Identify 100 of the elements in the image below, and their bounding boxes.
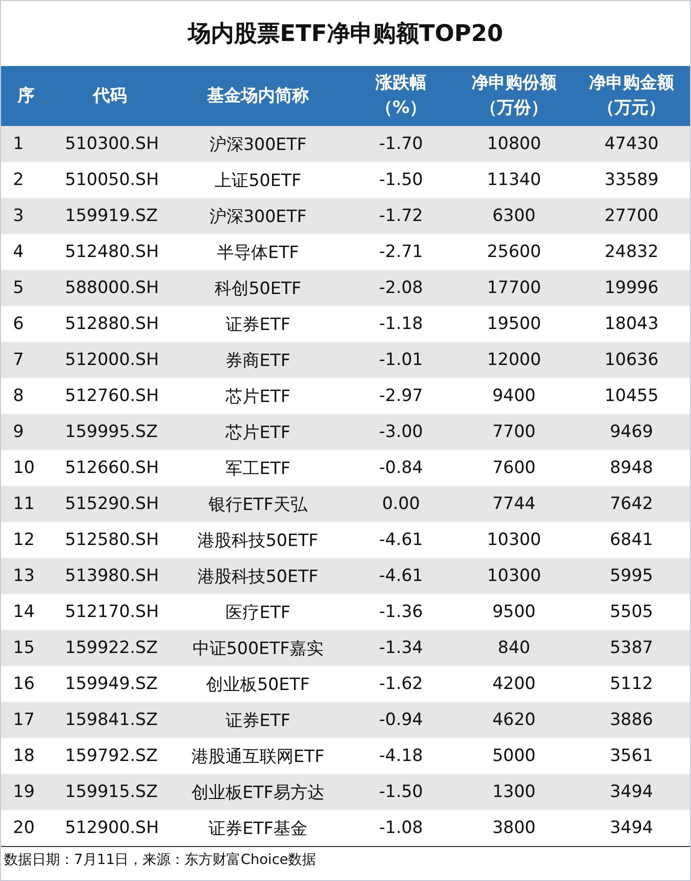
table-cell-text: 港股科技50ETF bbox=[196, 530, 320, 552]
table-cell-text: 10300 bbox=[486, 565, 542, 588]
table-cell-text: 4 bbox=[12, 241, 25, 264]
table-cell-text: 5995 bbox=[608, 565, 654, 588]
column-header: 基金场内简称 bbox=[206, 84, 310, 108]
column-header: 净申购份额 （万份） bbox=[470, 72, 558, 120]
table-cell-text: 10 bbox=[12, 457, 36, 480]
table-cell-text: 4620 bbox=[491, 709, 537, 732]
table-cell-text: 20 bbox=[12, 817, 36, 840]
table-cell-text: 12 bbox=[12, 529, 36, 552]
table-cell-text: -1.18 bbox=[378, 313, 424, 336]
table-cell-text: 5000 bbox=[491, 745, 537, 768]
table-cell-text: 3886 bbox=[608, 709, 654, 732]
column-header: 净申购金额 （万元） bbox=[588, 72, 675, 120]
table-cell-text: -1.36 bbox=[378, 601, 424, 624]
table-cell-text: 券商ETF bbox=[224, 350, 292, 372]
table-cell-text: 创业板50ETF bbox=[205, 674, 311, 696]
table-cell-text: 19500 bbox=[486, 313, 542, 336]
table-cell-text: 5 bbox=[12, 277, 25, 300]
table-cell-text: -1.70 bbox=[378, 133, 424, 156]
column-header: 序 bbox=[16, 84, 36, 108]
table-cell-text: 11 bbox=[12, 493, 36, 516]
table-cell-text: 159792.SZ bbox=[64, 745, 159, 768]
table-cell-text: 8948 bbox=[608, 457, 654, 480]
table-cell-text: 11340 bbox=[486, 169, 542, 192]
table-cell-text: 510300.SH bbox=[64, 133, 160, 156]
table-cell-text: 港股通互联网ETF bbox=[190, 746, 326, 768]
table-cell-text: 515290.SH bbox=[64, 493, 160, 516]
table-cell-text: 5112 bbox=[608, 673, 654, 696]
table-cell-text: 10300 bbox=[486, 529, 542, 552]
table-cell-text: 9400 bbox=[491, 385, 537, 408]
table-cell-text: 6841 bbox=[608, 529, 654, 552]
table-cell-text: 医疗ETF bbox=[224, 602, 292, 624]
table-cell-text: 512000.SH bbox=[64, 349, 160, 372]
table-cell-text: 中证500ETF嘉实 bbox=[191, 638, 325, 660]
table-cell-text: 1 bbox=[12, 133, 25, 156]
table-cell-text: 沪深300ETF bbox=[208, 134, 308, 156]
table-cell-text: 7 bbox=[12, 349, 25, 372]
table-cell-text: 10636 bbox=[603, 349, 660, 372]
table-cell-text: 13 bbox=[12, 565, 36, 588]
table-cell-text: 3561 bbox=[608, 745, 654, 768]
table-cell-text: 9469 bbox=[608, 421, 654, 444]
table-cell-text: -0.84 bbox=[378, 457, 424, 480]
table-cell-text: 17700 bbox=[486, 277, 542, 300]
table-cell-text: 513980.SH bbox=[64, 565, 160, 588]
table-cell-text: 25600 bbox=[486, 241, 542, 264]
table-cell-text: 证券ETF基金 bbox=[208, 818, 308, 840]
table-cell-text: 证券ETF bbox=[224, 314, 292, 336]
table-cell-text: 3800 bbox=[491, 817, 537, 840]
table-title: 场内股票ETF净申购额TOP20 bbox=[186, 20, 504, 49]
table-cell-text: 18 bbox=[12, 745, 36, 768]
table-cell-text: 沪深300ETF bbox=[208, 206, 308, 228]
table-cell-text: -4.61 bbox=[378, 529, 424, 552]
table-cell-text: -1.72 bbox=[378, 205, 424, 228]
table-cell-text: 3 bbox=[12, 205, 25, 228]
table-cell-text: 18043 bbox=[603, 313, 660, 336]
table-cell-text: 12000 bbox=[486, 349, 542, 372]
table-cell-text: 16 bbox=[12, 673, 36, 696]
table-cell-text: 创业板ETF易方达 bbox=[190, 782, 326, 804]
table-cell-text: 510050.SH bbox=[64, 169, 160, 192]
table-cell-text: 0.00 bbox=[381, 493, 421, 516]
table-cell-text: 512880.SH bbox=[64, 313, 160, 336]
table-cell-text: 159919.SZ bbox=[64, 205, 159, 228]
table-cell-text: 4200 bbox=[491, 673, 537, 696]
table-cell-text: -1.08 bbox=[378, 817, 424, 840]
table-cell-text: 上证50ETF bbox=[214, 170, 302, 192]
table-cell-text: -0.94 bbox=[378, 709, 424, 732]
table-cell-text: 芯片ETF bbox=[224, 386, 292, 408]
table-cell-text: -4.18 bbox=[378, 745, 424, 768]
table-cell-text: 3494 bbox=[608, 781, 654, 804]
table-cell-text: 27700 bbox=[603, 205, 660, 228]
table-cell-text: -2.71 bbox=[378, 241, 424, 264]
table-cell-text: 512900.SH bbox=[64, 817, 160, 840]
table-cell-text: 芯片ETF bbox=[224, 422, 292, 444]
table-cell-text: 6 bbox=[12, 313, 25, 336]
table-cell-text: -1.01 bbox=[378, 349, 424, 372]
table-cell-text: 科创50ETF bbox=[214, 278, 302, 300]
table-cell-text: -1.50 bbox=[378, 781, 424, 804]
table-cell-text: 17 bbox=[12, 709, 36, 732]
table-cell-text: 840 bbox=[496, 637, 532, 660]
table-cell-text: 港股科技50ETF bbox=[196, 566, 320, 588]
table-cell-text: 159995.SZ bbox=[64, 421, 159, 444]
table-cell-text: -1.34 bbox=[378, 637, 424, 660]
table-cell-text: 24832 bbox=[603, 241, 660, 264]
table-cell-text: 512760.SH bbox=[64, 385, 160, 408]
table-cell-text: 2 bbox=[12, 169, 25, 192]
table-cell-text: 159949.SZ bbox=[64, 673, 159, 696]
table-cell-text: 3494 bbox=[608, 817, 654, 840]
table-cell-text: 512170.SH bbox=[64, 601, 160, 624]
table-cell-text: 半导体ETF bbox=[216, 242, 300, 264]
table-cell-text: 159915.SZ bbox=[64, 781, 159, 804]
column-header: 涨跌幅 （%） bbox=[374, 72, 428, 120]
table-cell-text: -2.97 bbox=[378, 385, 424, 408]
table-cell-text: 银行ETF天弘 bbox=[208, 494, 308, 516]
table-cell-text: 19996 bbox=[603, 277, 660, 300]
table-cell-text: 512660.SH bbox=[64, 457, 160, 480]
table-cell-text: -3.00 bbox=[378, 421, 424, 444]
table-cell-text: 159841.SZ bbox=[64, 709, 159, 732]
table-cell-text: 47430 bbox=[603, 133, 660, 156]
table-cell-text: 1300 bbox=[491, 781, 537, 804]
